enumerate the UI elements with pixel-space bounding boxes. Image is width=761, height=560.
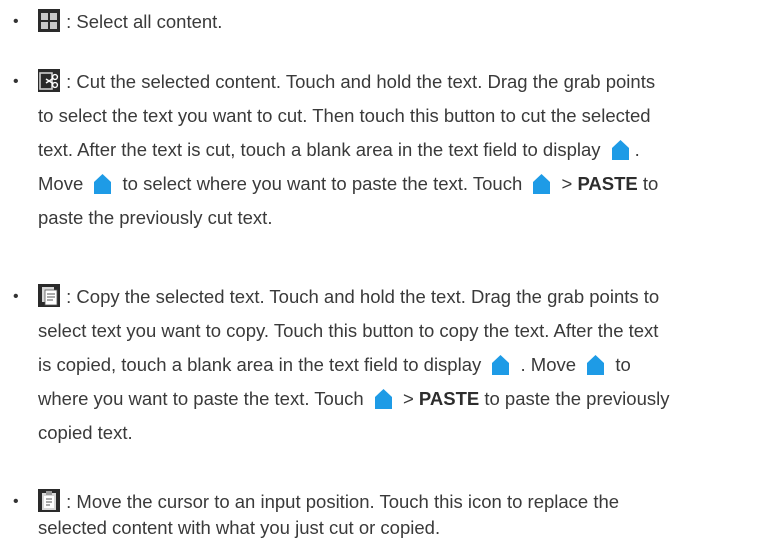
item-text: Move: [38, 173, 84, 194]
item-text: : Select all content.: [66, 11, 223, 32]
copy-icon: [38, 284, 60, 307]
text-handle-icon: [492, 355, 510, 375]
item-text: is copied, touch a blank area in the tex…: [38, 354, 482, 375]
text-handle-icon: [533, 174, 551, 194]
bullet: •: [13, 13, 19, 30]
text-handle-icon: [94, 174, 112, 194]
item-text: where you want to paste the text. Touch: [38, 388, 364, 409]
help-document: • : Select all content. •: Cut the sele…: [0, 0, 761, 560]
item-text: to select where you want to paste the te…: [122, 173, 523, 194]
period: .: [634, 139, 640, 160]
item-text: : Copy the selected text. Touch and hold…: [66, 286, 660, 307]
select-all-icon: [38, 9, 60, 32]
item-text: paste the previously cut text.: [38, 207, 273, 228]
item-text: : Cut the selected content. Touch and ho…: [66, 71, 656, 92]
item-text: selected content with what you just cut …: [38, 517, 441, 538]
bullet: •: [13, 288, 19, 305]
bullet: •: [13, 73, 19, 90]
paste-label: PASTE: [577, 173, 638, 194]
item-text: copied text.: [38, 422, 133, 443]
gt-symbol: >: [402, 388, 414, 409]
item-text: to: [642, 173, 659, 194]
item-text: . Move: [520, 354, 577, 375]
item-text: select text you want to copy. Touch this…: [38, 320, 659, 341]
item-text: to: [615, 354, 631, 375]
cut-icon: [38, 69, 60, 92]
text-handle-icon: [587, 355, 605, 375]
gt-symbol: >: [561, 173, 573, 194]
item-text: to paste the previously: [484, 388, 670, 409]
text-handle-icon: [611, 140, 629, 160]
bullet: •: [13, 493, 19, 510]
paste-label: PASTE: [418, 388, 480, 409]
item-text: to select the text you want to cut. Then…: [38, 105, 651, 126]
paste-icon: [38, 489, 60, 512]
text-handle-icon: [374, 389, 392, 409]
item-text: text. After the text is cut, touch a bla…: [38, 139, 601, 160]
item-text: : Move the cursor to an input position. …: [66, 491, 620, 512]
